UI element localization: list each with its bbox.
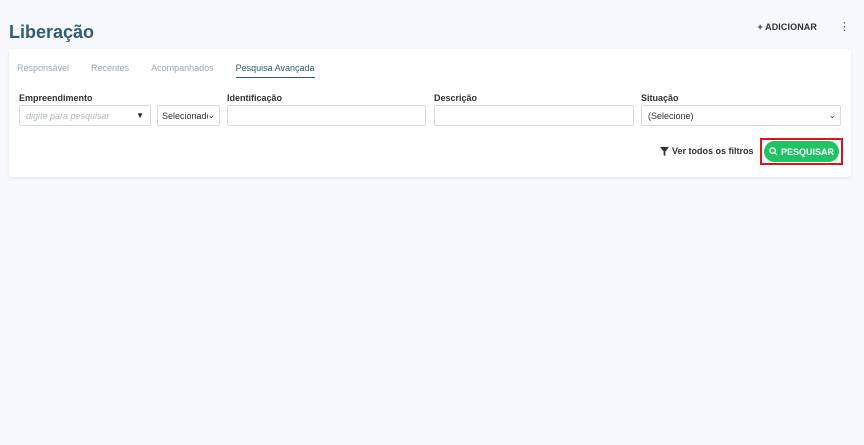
tab-pesquisa-avancada[interactable]: Pesquisa Avançada <box>235 63 315 78</box>
tab-recentes[interactable]: Recentes <box>91 63 129 78</box>
empreendimento-label: Empreendimento <box>19 93 93 103</box>
filter-icon <box>660 146 669 156</box>
descricao-label: Descrição <box>434 93 478 103</box>
empreendimento-mode-value: Selecionado <box>162 110 208 121</box>
descricao-input[interactable] <box>434 105 634 126</box>
situacao-select[interactable]: (Selecione) ⌄ <box>641 105 841 126</box>
tab-acompanhados[interactable]: Acompanhados <box>151 63 214 78</box>
search-button[interactable]: PESQUISAR <box>764 141 839 162</box>
search-icon <box>769 147 778 156</box>
search-button-label: PESQUISAR <box>780 146 834 157</box>
page-title: Liberação <box>9 22 95 42</box>
header-actions: + ADICIONAR ⋮ <box>757 20 850 33</box>
identificacao-label: Identificação <box>227 93 283 103</box>
chevron-down-icon: ⌄ <box>828 110 836 120</box>
add-button[interactable]: + ADICIONAR <box>757 22 817 32</box>
search-card: Responsável Recentes Acompanhados Pesqui… <box>9 49 851 177</box>
chevron-down-icon: ⌄ <box>207 110 215 120</box>
view-all-filters-link[interactable]: Ver todos os filtros <box>660 146 754 156</box>
view-all-filters-label: Ver todos os filtros <box>672 146 754 156</box>
tab-bar: Responsável Recentes Acompanhados Pesqui… <box>17 63 315 78</box>
tab-responsavel[interactable]: Responsável <box>17 63 69 78</box>
empreendimento-input[interactable]: digite para pesquisar ▼ <box>19 105 151 126</box>
empreendimento-placeholder: digite para pesquisar <box>26 110 110 121</box>
identificacao-input[interactable] <box>227 105 426 126</box>
situacao-label: Situação <box>641 93 679 103</box>
more-options-icon[interactable]: ⋮ <box>839 20 850 33</box>
situacao-value: (Selecione) <box>648 110 694 121</box>
caret-down-icon[interactable]: ▼ <box>136 111 144 120</box>
empreendimento-mode-select[interactable]: Selecionado ⌄ <box>157 105 220 126</box>
